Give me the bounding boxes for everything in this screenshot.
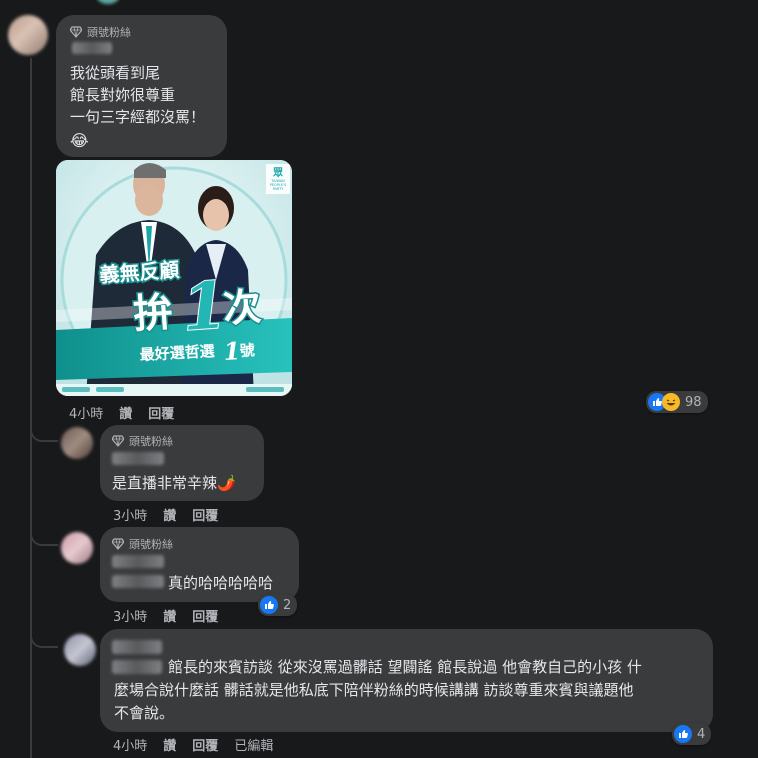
top-fan-badge[interactable]: 頭號粉絲 [112, 433, 173, 449]
comment-actions: 4小時 讚 回覆 [69, 403, 174, 422]
avatar[interactable] [96, 0, 120, 4]
thread-elbow [30, 522, 58, 546]
comment-time[interactable]: 3小時 [113, 505, 147, 524]
comment-text-line: 不會說。 [114, 704, 175, 722]
like-button[interactable]: 讚 [119, 403, 132, 422]
top-fan-badge[interactable]: 頭號粉絲 [70, 24, 131, 40]
reaction-number: 2 [283, 597, 292, 613]
avatar[interactable] [61, 532, 93, 564]
reply-button[interactable]: 回覆 [192, 735, 218, 754]
like-icon [260, 596, 278, 614]
party-logo: 眾 [272, 167, 283, 179]
avatar[interactable] [64, 634, 96, 666]
author-name[interactable] [112, 660, 162, 674]
like-icon [674, 725, 692, 743]
author-name[interactable] [112, 575, 164, 588]
reply-button[interactable]: 回覆 [192, 505, 218, 524]
comment-bubble: 頭號粉絲 真的哈哈哈哈哈 [100, 527, 299, 602]
poster-slogan: 號 [239, 341, 255, 360]
badge-label: 頭號粉絲 [129, 538, 173, 551]
comment-actions: 3小時 讚 回覆 [113, 505, 218, 524]
comment-text-line: 一句三字經都沒罵！ [70, 108, 206, 126]
party-logo-text: PARTY [273, 187, 285, 191]
author-name[interactable] [112, 640, 162, 654]
comment-text-line: 我從頭看到尾 [70, 64, 161, 82]
author-name[interactable] [112, 452, 164, 465]
thread-elbow [30, 622, 58, 648]
haha-icon [662, 393, 680, 411]
reaction-count[interactable]: 98 [646, 391, 708, 413]
comment-image[interactable]: 義無反顧 拚 1 次 最好選哲選 1 號 眾 TAIWAN PEOPLE'S P… [56, 160, 292, 396]
comment-text: 真的哈哈哈哈哈 [168, 574, 274, 592]
comment-time[interactable]: 3小時 [113, 606, 147, 625]
emoji: 😂 [70, 131, 89, 150]
badge-label: 頭號粉絲 [129, 435, 173, 448]
reply-button[interactable]: 回覆 [192, 606, 218, 625]
avatar[interactable] [8, 15, 48, 55]
thread-line [30, 58, 32, 758]
author-name[interactable] [72, 42, 112, 54]
diamond-icon [112, 435, 124, 447]
comment-bubble: 館長的來賓訪談 從來沒罵過髒話 望闢謠 館長說過 他會教自己的小孩 什 麼場合說… [100, 629, 713, 732]
like-button[interactable]: 讚 [163, 735, 176, 754]
author-name[interactable] [112, 555, 164, 568]
poster-big-text: 拚 [131, 289, 174, 338]
diamond-icon [70, 26, 82, 38]
comment-actions: 3小時 讚 回覆 [113, 606, 218, 625]
thread-elbow [30, 418, 58, 442]
badge-label: 頭號粉絲 [87, 26, 131, 39]
comment-bubble: 頭號粉絲 我從頭看到尾 館長對妳很尊重 一句三字經都沒罵！ 😂 [56, 15, 227, 157]
reaction-count[interactable]: 4 [672, 723, 712, 745]
comment-time[interactable]: 4小時 [113, 735, 147, 754]
poster-big-text: 次 [222, 284, 263, 331]
poster-slogan-number: 1 [223, 336, 241, 366]
comment-text: 是直播非常辛辣🌶️ [112, 474, 236, 492]
top-fan-badge[interactable]: 頭號粉絲 [112, 536, 173, 552]
reaction-number: 98 [685, 394, 702, 410]
comment-actions: 4小時 讚 回覆 已編輯 [113, 735, 273, 754]
comment-text-line: 館長對妳很尊重 [70, 86, 176, 104]
comment-text-line: 麼場合說什麼話 髒話就是他私底下陪伴粉絲的時候講講 訪談尊重來賓與議題他 [114, 681, 634, 699]
diamond-icon [112, 538, 124, 550]
like-button[interactable]: 讚 [163, 505, 176, 524]
comment-time[interactable]: 4小時 [69, 403, 103, 422]
avatar[interactable] [61, 427, 93, 459]
campaign-poster: 義無反顧 拚 1 次 最好選哲選 1 號 眾 TAIWAN PEOPLE'S P… [56, 160, 292, 396]
reaction-count[interactable]: 2 [258, 594, 298, 616]
edited-label[interactable]: 已編輯 [234, 735, 273, 754]
comment-bubble: 頭號粉絲 是直播非常辛辣🌶️ [100, 425, 264, 501]
reply-button[interactable]: 回覆 [148, 403, 174, 422]
comment-text-line: 館長的來賓訪談 從來沒罵過髒話 望闢謠 館長說過 他會教自己的小孩 什 [168, 658, 642, 676]
like-button[interactable]: 讚 [163, 606, 176, 625]
reaction-number: 4 [697, 726, 706, 742]
